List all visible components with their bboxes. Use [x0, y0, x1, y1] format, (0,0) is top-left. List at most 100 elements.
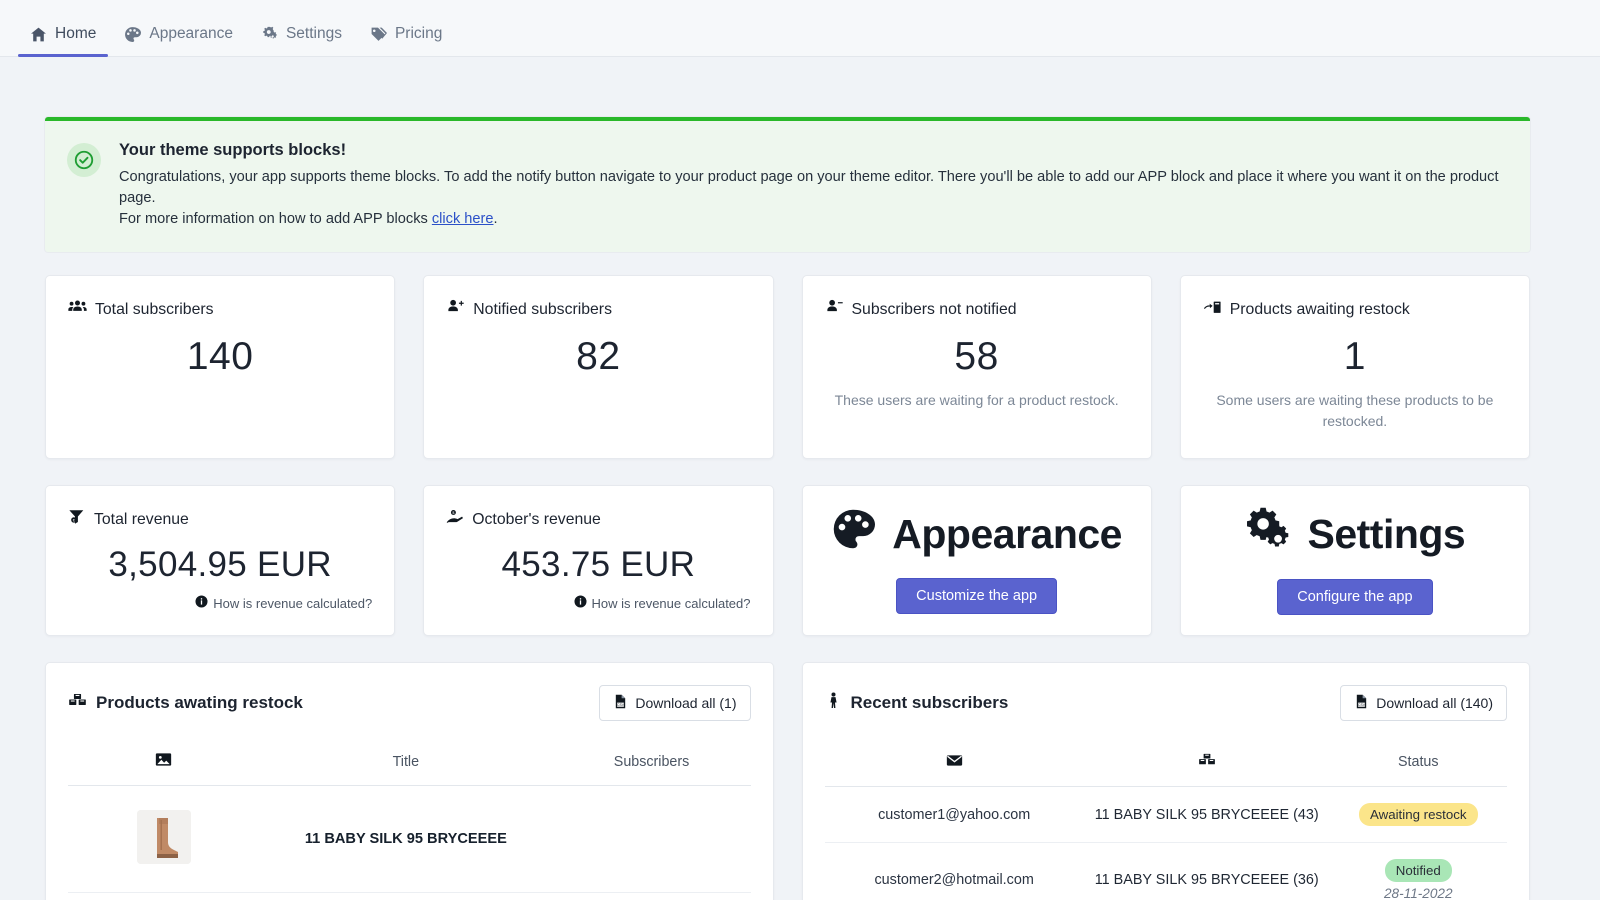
product-thumbnail-cell	[68, 785, 260, 894]
revenue-value: 3,504.95 EUR	[108, 545, 332, 585]
col-image	[68, 751, 260, 787]
tab-settings-label: Settings	[285, 25, 342, 42]
appearance-title-text: Appearance	[892, 510, 1122, 557]
stat-card-total-subscribers: Total subscribers 140	[45, 275, 396, 460]
stat-card-subscribers-not-notified: Subscribers not notified 58 These users …	[801, 275, 1152, 460]
revenue-info-link[interactable]: How is revenue calculated?	[68, 595, 372, 611]
product-title: 11 BABY SILK 95 BRYCEEEE	[259, 785, 553, 894]
revenue-note-label: How is revenue calculated?	[213, 595, 373, 611]
stat-value: 58	[954, 335, 999, 379]
configure-app-button[interactable]: Configure the app	[1277, 579, 1433, 616]
people-icon	[68, 298, 87, 322]
download-products-label: Download all (1)	[635, 695, 737, 712]
top-navbar: Home Appearance Settings Pricing	[0, 0, 1600, 57]
tab-pricing[interactable]: Pricing	[358, 25, 454, 56]
theme-support-banner: Your theme supports blocks! Congratulati…	[45, 117, 1530, 253]
stat-card-products-awaiting-restock: Products awaiting restock 1 Some users a…	[1179, 275, 1530, 460]
revenue-header: € Total revenue	[68, 508, 372, 531]
home-icon	[30, 26, 47, 43]
revenue-value: 453.75 EUR	[501, 545, 696, 585]
table-row[interactable]: 11 BABY SILK 95 BRYCEEEE	[68, 785, 751, 894]
palette-icon	[831, 507, 876, 561]
status-badge: Awaiting restock	[1358, 803, 1478, 827]
subscriber-email: customer1@yahoo.com	[824, 786, 1084, 844]
stats-row: Total subscribers 140 Notified subscribe…	[45, 275, 1530, 460]
download-subscribers-label: Download all (140)	[1376, 695, 1493, 712]
stat-value: 1	[1343, 335, 1366, 379]
banner-body-line1: Congratulations, your app supports theme…	[119, 169, 1499, 207]
banner-title: Your theme supports blocks!	[119, 141, 347, 159]
tab-pricing-label: Pricing	[394, 25, 443, 42]
panel-header: Products awating restock CSV Download al…	[68, 685, 751, 722]
banner-click-here-link[interactable]: click here	[432, 211, 494, 227]
revenue-header: $ October's revenue	[446, 508, 750, 531]
svg-text:CSV: CSV	[1358, 703, 1366, 707]
settings-card: Settings Configure the app	[1179, 485, 1530, 637]
person-icon	[825, 692, 842, 714]
stat-header: Subscribers not notified	[825, 298, 1129, 322]
subscriber-status-cell: Notified 28-11-2022	[1329, 842, 1507, 900]
gears-icon	[1245, 506, 1291, 562]
settings-title-text: Settings	[1307, 510, 1466, 557]
customize-app-button[interactable]: Customize the app	[896, 578, 1058, 615]
palette-icon	[124, 26, 142, 43]
panel-title-text: Products awating restock	[96, 693, 303, 713]
stat-header: Products awaiting restock	[1203, 298, 1507, 322]
gears-icon	[261, 26, 278, 43]
table-row[interactable]: 43 (176974-43) 58	[68, 892, 751, 900]
status-date: 28-11-2022	[1384, 886, 1453, 900]
status-badge: Notified	[1384, 859, 1452, 883]
banner-body-line2-prefix: For more information on how to add APP b…	[119, 211, 432, 228]
revenue-note-label: How is revenue calculated?	[591, 595, 751, 611]
revenue-info-link[interactable]: How is revenue calculated?	[446, 595, 751, 611]
download-subscribers-button[interactable]: CSV Download all (140)	[1340, 685, 1507, 722]
stat-header: Notified subscribers	[446, 298, 750, 322]
settings-card-title: Settings	[1245, 506, 1466, 562]
csv-file-icon: CSV	[613, 694, 628, 712]
panel-title-text: Recent subscribers	[850, 693, 1009, 713]
envelope-icon	[946, 755, 963, 773]
download-products-button[interactable]: CSV Download all (1)	[599, 685, 751, 722]
recent-subscribers-panel: Recent subscribers CSV Download all (140…	[801, 662, 1530, 900]
panel-header: Recent subscribers CSV Download all (140…	[825, 685, 1507, 722]
col-title: Title	[259, 751, 553, 787]
subscribers-table: Status customer1@yahoo.com 11 BABY SILK …	[824, 751, 1507, 900]
stat-label: Subscribers not notified	[851, 301, 1017, 319]
table-header-row: Status	[824, 751, 1507, 788]
stat-label: Total subscribers	[95, 301, 214, 319]
boxes-icon	[1198, 754, 1216, 773]
image-icon	[155, 753, 172, 772]
subscriber-email: customer2@hotmail.com	[824, 842, 1084, 900]
check-circle-icon	[67, 143, 101, 177]
tab-appearance[interactable]: Appearance	[112, 25, 245, 56]
box-restock-icon	[1203, 298, 1222, 322]
info-icon	[195, 595, 208, 611]
product-subscribers	[552, 785, 751, 894]
info-icon	[574, 595, 587, 611]
variant-title: 43 (176974-43)	[259, 892, 553, 900]
boot-thumbnail	[136, 810, 191, 865]
tab-home[interactable]: Home	[18, 25, 109, 57]
tables-row: Products awating restock CSV Download al…	[45, 662, 1530, 900]
subscriber-product: 11 BABY SILK 95 BRYCEEEE (36)	[1083, 842, 1330, 900]
stat-card-notified-subscribers: Notified subscribers 82	[423, 275, 774, 460]
tab-appearance-label: Appearance	[149, 25, 233, 42]
revenue-label: Total revenue	[94, 510, 189, 528]
products-table: Title Subscribers 11 BABY SILK 95 BRYCEE…	[68, 751, 751, 900]
banner-text-block: Your theme supports blocks! Congratulati…	[119, 141, 1508, 230]
col-email	[824, 751, 1084, 788]
csv-file-icon: CSV	[1354, 694, 1369, 712]
stat-value: 140	[186, 335, 254, 379]
col-subscribers: Subscribers	[552, 751, 751, 787]
table-row[interactable]: customer2@hotmail.com 11 BABY SILK 95 BR…	[824, 842, 1507, 900]
tab-home-label: Home	[55, 25, 97, 42]
stat-label: Products awaiting restock	[1229, 301, 1410, 319]
svg-text:$: $	[453, 511, 455, 515]
boxes-icon	[68, 691, 87, 715]
tab-settings[interactable]: Settings	[249, 25, 354, 56]
table-row[interactable]: customer1@yahoo.com 11 BABY SILK 95 BRYC…	[824, 786, 1507, 844]
banner-body-line2-suffix: .	[493, 211, 498, 228]
person-plus-icon	[446, 298, 465, 322]
stat-header: Total subscribers	[68, 298, 372, 322]
appearance-card: Appearance Customize the app	[801, 485, 1152, 637]
